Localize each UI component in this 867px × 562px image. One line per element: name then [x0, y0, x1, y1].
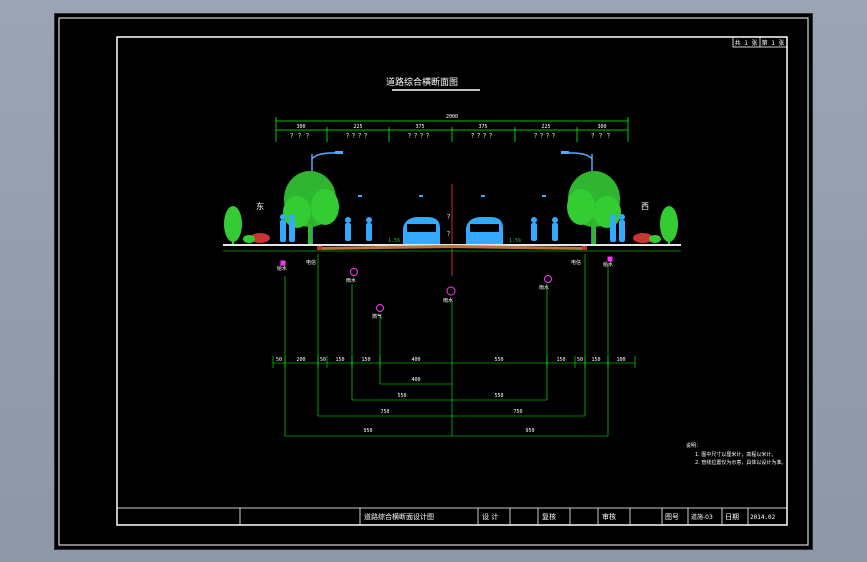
pipe-gas-left: [376, 304, 384, 312]
dim-3: 50: [320, 357, 326, 363]
cyclists-right: [531, 217, 558, 241]
shrub-right: [660, 206, 678, 244]
flower-bed-right: [633, 233, 661, 243]
drawing-title: 道路综合横断面图: [386, 76, 458, 88]
segment-note-3: ？？？？: [408, 133, 432, 140]
car-left: [403, 217, 440, 248]
dim-2: 200: [296, 357, 305, 363]
title-block-drawing-name: 道路综合横断面设计图: [364, 512, 434, 521]
slope-right: 1.5%: [509, 238, 521, 244]
dim-row4-right: 750: [513, 409, 522, 415]
title-block-review: 复核: [542, 512, 556, 521]
dim-6: 400: [411, 357, 420, 363]
side-label-east: 东: [256, 201, 264, 211]
pipe-rain-center: [446, 286, 456, 296]
flower-bed-left: [243, 233, 270, 243]
pipe-label-center: 雨水: [443, 297, 453, 304]
title-block-number-label: 图号: [665, 513, 679, 521]
dim-row3-right: 550: [494, 393, 503, 399]
segment-width-1: 300: [296, 124, 305, 130]
segment-note-4: ？？？？: [471, 133, 495, 140]
segment-width-5: 225: [541, 124, 550, 130]
dim-row5-right: 950: [525, 428, 534, 434]
title-block-approve: 审核: [602, 512, 616, 521]
segment-notes: ？ ？ ？ ？？？？ ？？？？ ？？？？ ？？？？ ？ ？ ？: [290, 133, 613, 140]
dim-5: 150: [361, 357, 370, 363]
sheet-total: 共 1 张: [735, 39, 758, 47]
top-dimensions: [275, 117, 629, 142]
segment-note-5: ？？？？: [534, 133, 558, 140]
shrub-left: [224, 206, 242, 244]
pipe-label-left-d: 燃气: [372, 313, 382, 320]
title-block-date-label: 日期: [725, 513, 739, 521]
dim-9: 50: [577, 357, 583, 363]
extension-lines: [284, 254, 609, 436]
drawing-canvas: 共 1 张 第 1 张 道路综合横断面图 2000 300 225 375 37…: [58, 17, 809, 546]
center-mark-b: ？: [447, 231, 453, 238]
dim-row3-left: 550: [397, 393, 406, 399]
pipe-label-left-a: 电信: [306, 259, 316, 266]
pipe-water-left: [280, 260, 286, 266]
segment-note-6: ？ ？ ？: [591, 133, 613, 140]
notes-title: 说明：: [686, 442, 701, 449]
dim-row2-label: 400: [411, 377, 420, 383]
sheet-page: 第 1 张: [762, 39, 785, 47]
dim-11: 100: [616, 357, 625, 363]
slope-left: 1.5%: [388, 238, 400, 244]
segment-width-4: 375: [478, 124, 487, 130]
sheet-number-box: 共 1 张 第 1 张: [732, 36, 788, 48]
pipe-label-left-b: 雨水: [346, 277, 356, 284]
dim-row4-left: 750: [380, 409, 389, 415]
pipe-label-right-b: 雨水: [539, 284, 549, 291]
title-block-date: 2014.02: [750, 514, 776, 521]
side-label-west: 西: [641, 202, 649, 211]
segment-width-labels: 300 225 375 375 225 300: [296, 124, 606, 130]
segment-width-3: 375: [415, 124, 424, 130]
total-width-label: 2000: [446, 114, 458, 120]
segment-note-2: ？？？？: [346, 133, 370, 140]
dim-1: 50: [276, 357, 282, 363]
cad-viewport[interactable]: 共 1 张 第 1 张 道路综合横断面图 2000 300 225 375 37…: [54, 13, 813, 550]
pipe-label-far-left: 给水: [277, 265, 287, 272]
segment-width-6: 300: [597, 124, 606, 130]
dim-row5-left: 950: [363, 428, 372, 434]
pipe-water-right: [607, 256, 613, 262]
title-block-number: 道施-03: [691, 513, 713, 521]
car-right: [466, 217, 503, 248]
drawing-border: [116, 36, 788, 526]
cyclists-left: [345, 217, 372, 241]
title-block: [116, 507, 788, 526]
pipe-rain-left: [350, 268, 358, 276]
pipe-label-right-a: 电信: [571, 259, 581, 266]
note-1: 1. 图中尺寸以厘米计，高程以米计。: [695, 451, 776, 458]
dim-4: 150: [335, 357, 344, 363]
pipe-rain-right: [544, 275, 552, 283]
notes: 说明： 1. 图中尺寸以厘米计，高程以米计。 2. 管线位置仅为示意，具体以设计…: [686, 442, 786, 466]
title-block-design: 设 计: [482, 512, 498, 521]
note-2: 2. 管线位置仅为示意，具体以设计为准。: [695, 459, 786, 466]
dim-10: 150: [591, 357, 600, 363]
bottom-dimensions: [272, 356, 636, 437]
pipe-labels: 给水 电信 雨水 燃气 雨水 雨水 电信 给水: [277, 259, 613, 320]
dimension-row-1: 50 200 50 150 150 400 550 150 50 150 100: [276, 357, 626, 363]
center-mark-a: ？: [447, 214, 453, 221]
segment-note-1: ？ ？ ？: [290, 133, 312, 140]
segment-width-2: 225: [353, 124, 362, 130]
dim-7: 550: [494, 357, 503, 363]
dim-8: 150: [556, 357, 565, 363]
